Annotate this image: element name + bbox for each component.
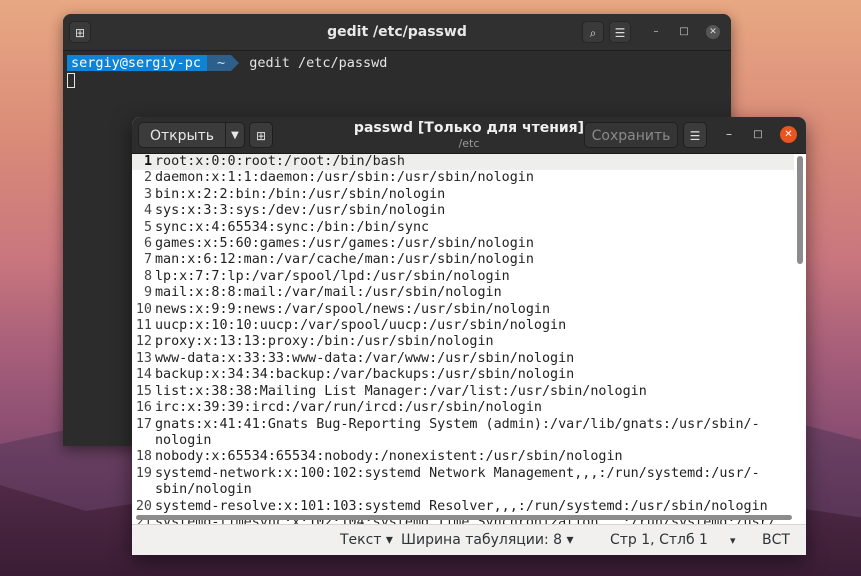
line-number: 3 xyxy=(143,186,152,202)
line-text: systemd-resolve:x:101:103:systemd Resolv… xyxy=(155,498,768,514)
line-text: daemon:x:1:1:daemon:/usr/sbin:/usr/sbin/… xyxy=(155,170,534,186)
prompt-separator-end xyxy=(231,55,240,71)
insert-mode-indicator: ВСТ xyxy=(762,532,790,548)
editor-line[interactable]: 20 systemd-resolve:x:101:103:systemd Reso… xyxy=(132,499,794,515)
close-icon[interactable]: ✕ xyxy=(706,25,720,39)
line-text: nobody:x:65534:65534:nobody:/nonexistent… xyxy=(155,449,623,465)
minimize-icon[interactable]: – xyxy=(649,25,663,39)
line-text: nologin xyxy=(155,432,212,448)
syntax-language-selector[interactable]: Текст ▾ xyxy=(340,525,393,555)
line-text: mail:x:8:8:mail:/var/mail:/usr/sbin/nolo… xyxy=(155,285,502,301)
search-icon[interactable]: ⌕ xyxy=(582,21,604,43)
editor-line[interactable]: 18 nobody:x:65534:65534:nobody:/nonexiste… xyxy=(132,449,794,465)
line-number: 6 xyxy=(143,236,152,252)
maximize-icon[interactable]: □ xyxy=(751,128,765,142)
line-number: 14 xyxy=(135,367,152,383)
terminal-output[interactable]: sergiy@sergiy-pc ~ gedit /etc/passwd xyxy=(63,51,731,88)
editor-line[interactable]: 17 gnats:x:41:41:Gnats Bug-Reporting Syst… xyxy=(132,417,794,433)
line-text: news:x:9:9:news:/var/spool/news:/usr/sbi… xyxy=(155,301,551,317)
line-number: 19 xyxy=(135,465,152,481)
line-text: lp:x:7:7:lp:/var/spool/lpd:/usr/sbin/nol… xyxy=(155,268,510,284)
editor-line[interactable]: 11 uucp:x:10:10:uucp:/var/spool/uucp:/usr… xyxy=(132,318,794,334)
editor-line[interactable]: 10 news:x:9:9:news:/var/spool/news:/usr/s… xyxy=(132,302,794,318)
editor-line[interactable]: 14 backup:x:34:34:backup:/var/backups:/us… xyxy=(132,367,794,383)
line-text: gnats:x:41:41:Gnats Bug-Reporting System… xyxy=(155,416,760,432)
line-text: backup:x:34:34:backup:/var/backups:/usr/… xyxy=(155,367,575,383)
terminal-header-bar: ⊞ gedit /etc/passwd ⌕ ☰ – □ ✕ xyxy=(63,14,731,51)
editor-line[interactable]: 16 irc:x:39:39:ircd:/var/run/ircd:/usr/sb… xyxy=(132,400,794,416)
cursor-position[interactable]: Стр 1, Стлб 1 xyxy=(610,525,708,555)
line-number xyxy=(132,433,152,449)
editor-line[interactable]: 15 list:x:38:38:Mailing List Manager:/var… xyxy=(132,384,794,400)
close-icon[interactable]: ✕ xyxy=(780,126,797,143)
line-number: 18 xyxy=(135,449,152,465)
line-text: uucp:x:10:10:uucp:/var/spool/uucp:/usr/s… xyxy=(155,318,567,334)
line-text: systemd-network:x:100:102:systemd Networ… xyxy=(155,465,760,481)
editor-line[interactable]: 7 man:x:6:12:man:/var/cache/man:/usr/sbin… xyxy=(132,252,794,268)
editor-line[interactable]: 9 mail:x:8:8:mail:/var/mail:/usr/sbin/nol… xyxy=(132,285,794,301)
line-number: 8 xyxy=(143,268,152,284)
editor-line[interactable]: 1 root:x:0:0:root:/root:/bin/bash xyxy=(132,154,794,171)
editor-line[interactable]: 3 bin:x:2:2:bin:/bin:/usr/sbin/nologin xyxy=(132,187,794,203)
editor-line[interactable]: 13 www-data:x:33:33:www-data:/var/www:/us… xyxy=(132,351,794,367)
editor-line[interactable]: 12 proxy:x:13:13:proxy:/bin:/usr/sbin/nol… xyxy=(132,334,794,350)
vertical-scrollbar[interactable] xyxy=(797,156,803,264)
editor-line[interactable]: 19 systemd-network:x:100:102:systemd Netw… xyxy=(132,466,794,482)
tab-width-selector[interactable]: Ширина табуляции: 8 ▾ xyxy=(401,525,574,555)
line-number: 7 xyxy=(143,252,152,268)
line-number: 1 xyxy=(143,154,152,169)
hamburger-menu-icon[interactable]: ☰ xyxy=(683,122,707,148)
editor-line[interactable]: 2 daemon:x:1:1:daemon:/usr/sbin:/usr/sbin… xyxy=(132,170,794,186)
line-number: 16 xyxy=(135,400,152,416)
line-number: 13 xyxy=(135,350,152,366)
terminal-cursor xyxy=(67,73,75,88)
gedit-header-bar: Открыть ▼ ⊞ passwd [Только для чтения] /… xyxy=(132,117,806,154)
line-number: 4 xyxy=(143,203,152,219)
editor-line[interactable]: 4 sys:x:3:3:sys:/dev:/usr/sbin/nologin xyxy=(132,203,794,219)
line-text: man:x:6:12:man:/var/cache/man:/usr/sbin/… xyxy=(155,252,534,268)
minimize-icon[interactable]: – xyxy=(722,128,736,142)
line-number: 15 xyxy=(135,383,152,399)
line-number: 11 xyxy=(135,318,152,334)
shell-prompt: sergiy@sergiy-pc ~ gedit /etc/passwd xyxy=(67,55,731,71)
line-number: 5 xyxy=(143,219,152,235)
line-number: 2 xyxy=(143,170,152,186)
gedit-window: Открыть ▼ ⊞ passwd [Только для чтения] /… xyxy=(132,117,806,555)
line-number: 12 xyxy=(135,334,152,350)
line-text: list:x:38:38:Mailing List Manager:/var/l… xyxy=(155,383,647,399)
maximize-icon[interactable]: □ xyxy=(677,25,691,39)
horizontal-scrollbar[interactable] xyxy=(136,515,792,520)
line-number: 9 xyxy=(143,285,152,301)
line-text: root:x:0:0:root:/root:/bin/bash xyxy=(155,154,405,169)
position-dropdown-arrow-icon[interactable]: ▾ xyxy=(730,525,736,555)
line-text: sbin/nologin xyxy=(155,482,252,498)
line-number: 20 xyxy=(135,498,152,514)
line-text: bin:x:2:2:bin:/bin:/usr/sbin/nologin xyxy=(155,186,446,202)
editor-line[interactable]: sbin/nologin xyxy=(132,482,794,498)
save-button[interactable]: Сохранить xyxy=(584,122,678,148)
prompt-directory: ~ xyxy=(207,55,232,71)
typed-command: gedit /etc/passwd xyxy=(249,55,388,71)
editor-line[interactable]: nologin xyxy=(132,433,794,449)
prompt-user: sergiy@sergiy-pc xyxy=(67,55,208,71)
editor-line[interactable]: 5 sync:x:4:65534:sync:/bin:/bin/sync xyxy=(132,220,794,236)
line-number xyxy=(132,482,152,498)
hamburger-menu-icon[interactable]: ☰ xyxy=(609,21,631,43)
editor-line[interactable]: 6 games:x:5:60:games:/usr/games:/usr/sbin… xyxy=(132,236,794,252)
line-text: irc:x:39:39:ircd:/var/run/ircd:/usr/sbin… xyxy=(155,400,542,416)
line-text: proxy:x:13:13:proxy:/bin:/usr/sbin/nolog… xyxy=(155,334,494,350)
text-editor-area[interactable]: 1 root:x:0:0:root:/root:/bin/bash 2 daemon:… xyxy=(132,154,806,524)
status-bar: Текст ▾ Ширина табуляции: 8 ▾ Стр 1, Стл… xyxy=(132,524,806,555)
line-number: 17 xyxy=(135,416,152,432)
line-text: www-data:x:33:33:www-data:/var/www:/usr/… xyxy=(155,350,575,366)
line-text: sys:x:3:3:sys:/dev:/usr/sbin/nologin xyxy=(155,203,446,219)
editor-line[interactable]: 8 lp:x:7:7:lp:/var/spool/lpd:/usr/sbin/no… xyxy=(132,269,794,285)
line-text: sync:x:4:65534:sync:/bin:/bin/sync xyxy=(155,219,430,235)
line-number: 10 xyxy=(135,301,152,317)
editor-lines: 1 root:x:0:0:root:/root:/bin/bash 2 daemon:… xyxy=(132,154,794,524)
line-text: games:x:5:60:games:/usr/games:/usr/sbin/… xyxy=(155,236,534,252)
